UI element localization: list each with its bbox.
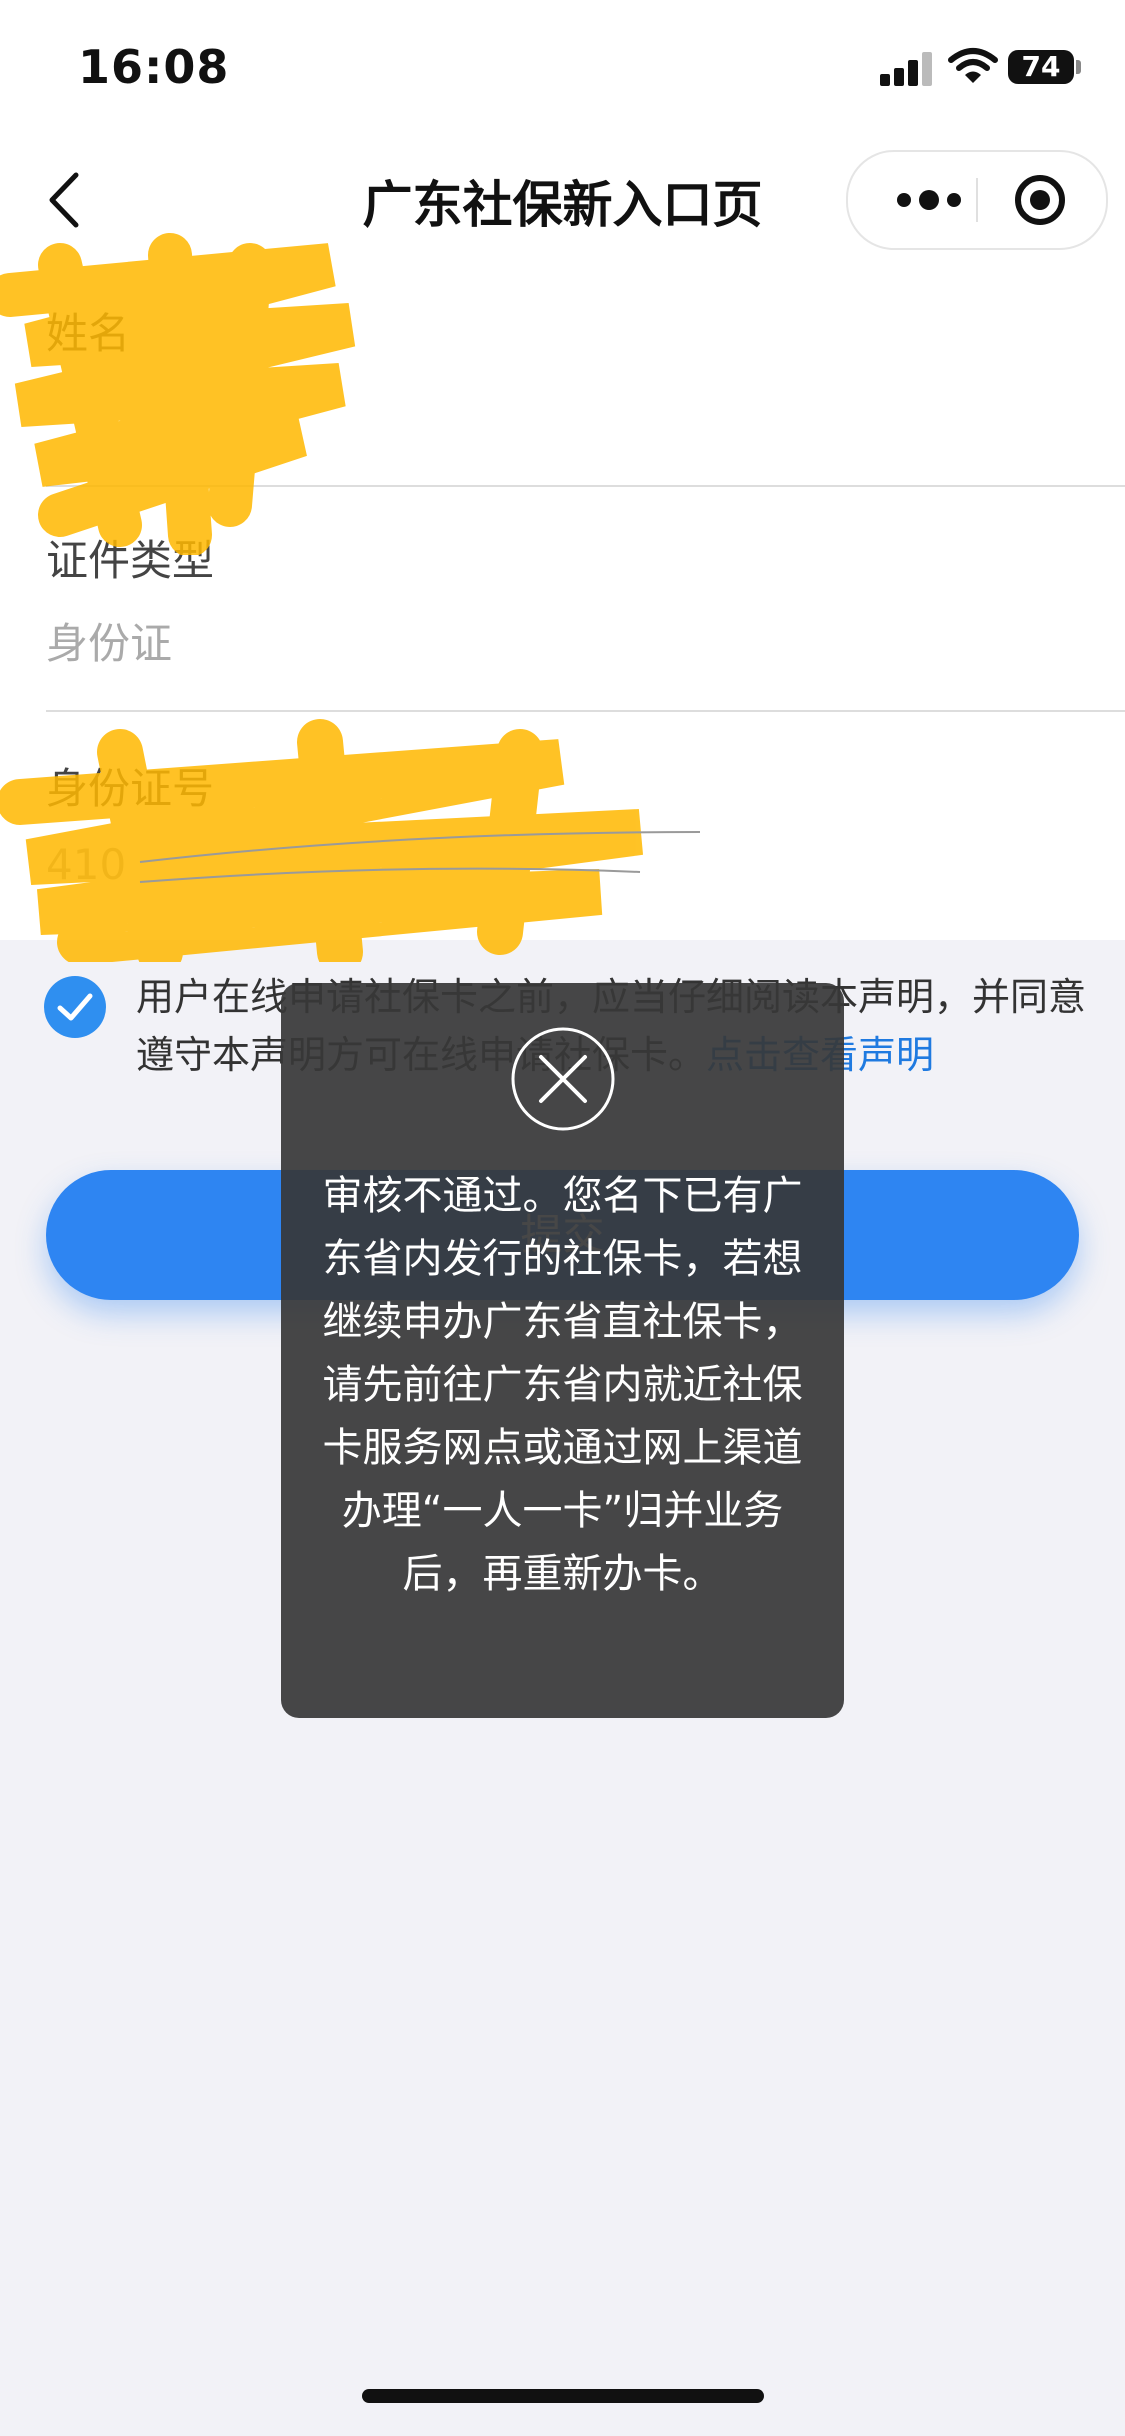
id-number-value[interactable]: 410 [46, 840, 126, 889]
target-circle-icon[interactable] [1012, 172, 1068, 228]
id-type-label: 证件类型 [46, 536, 215, 585]
id-number-label: 身份证号 [46, 764, 215, 813]
agreement-checkbox[interactable] [44, 976, 106, 1038]
more-dots-icon[interactable] [894, 152, 964, 248]
divider [46, 710, 1125, 712]
name-label: 姓名 [46, 309, 131, 358]
close-circle-icon [511, 1027, 615, 1131]
battery-indicator: 74 [1008, 50, 1074, 84]
battery-cap [1076, 60, 1081, 74]
wifi-icon [948, 48, 998, 83]
toast-message: 审核不通过。您名下已有广东省内发行的社保卡，若想继续申办广东省直社保卡，请先前往… [322, 1173, 803, 1597]
cellular-signal-icon [880, 50, 936, 86]
home-indicator [362, 2389, 764, 2403]
check-icon [57, 993, 93, 1021]
divider [46, 485, 1125, 487]
mini-program-capsule [846, 150, 1108, 250]
status-time: 16:08 [78, 40, 230, 94]
id-type-value[interactable]: 身份证 [46, 610, 172, 671]
error-toast: 审核不通过。您名下已有广东省内发行的社保卡，若想继续申办广东省直社保卡，请先前往… [281, 983, 844, 1718]
capsule-divider [976, 178, 978, 222]
